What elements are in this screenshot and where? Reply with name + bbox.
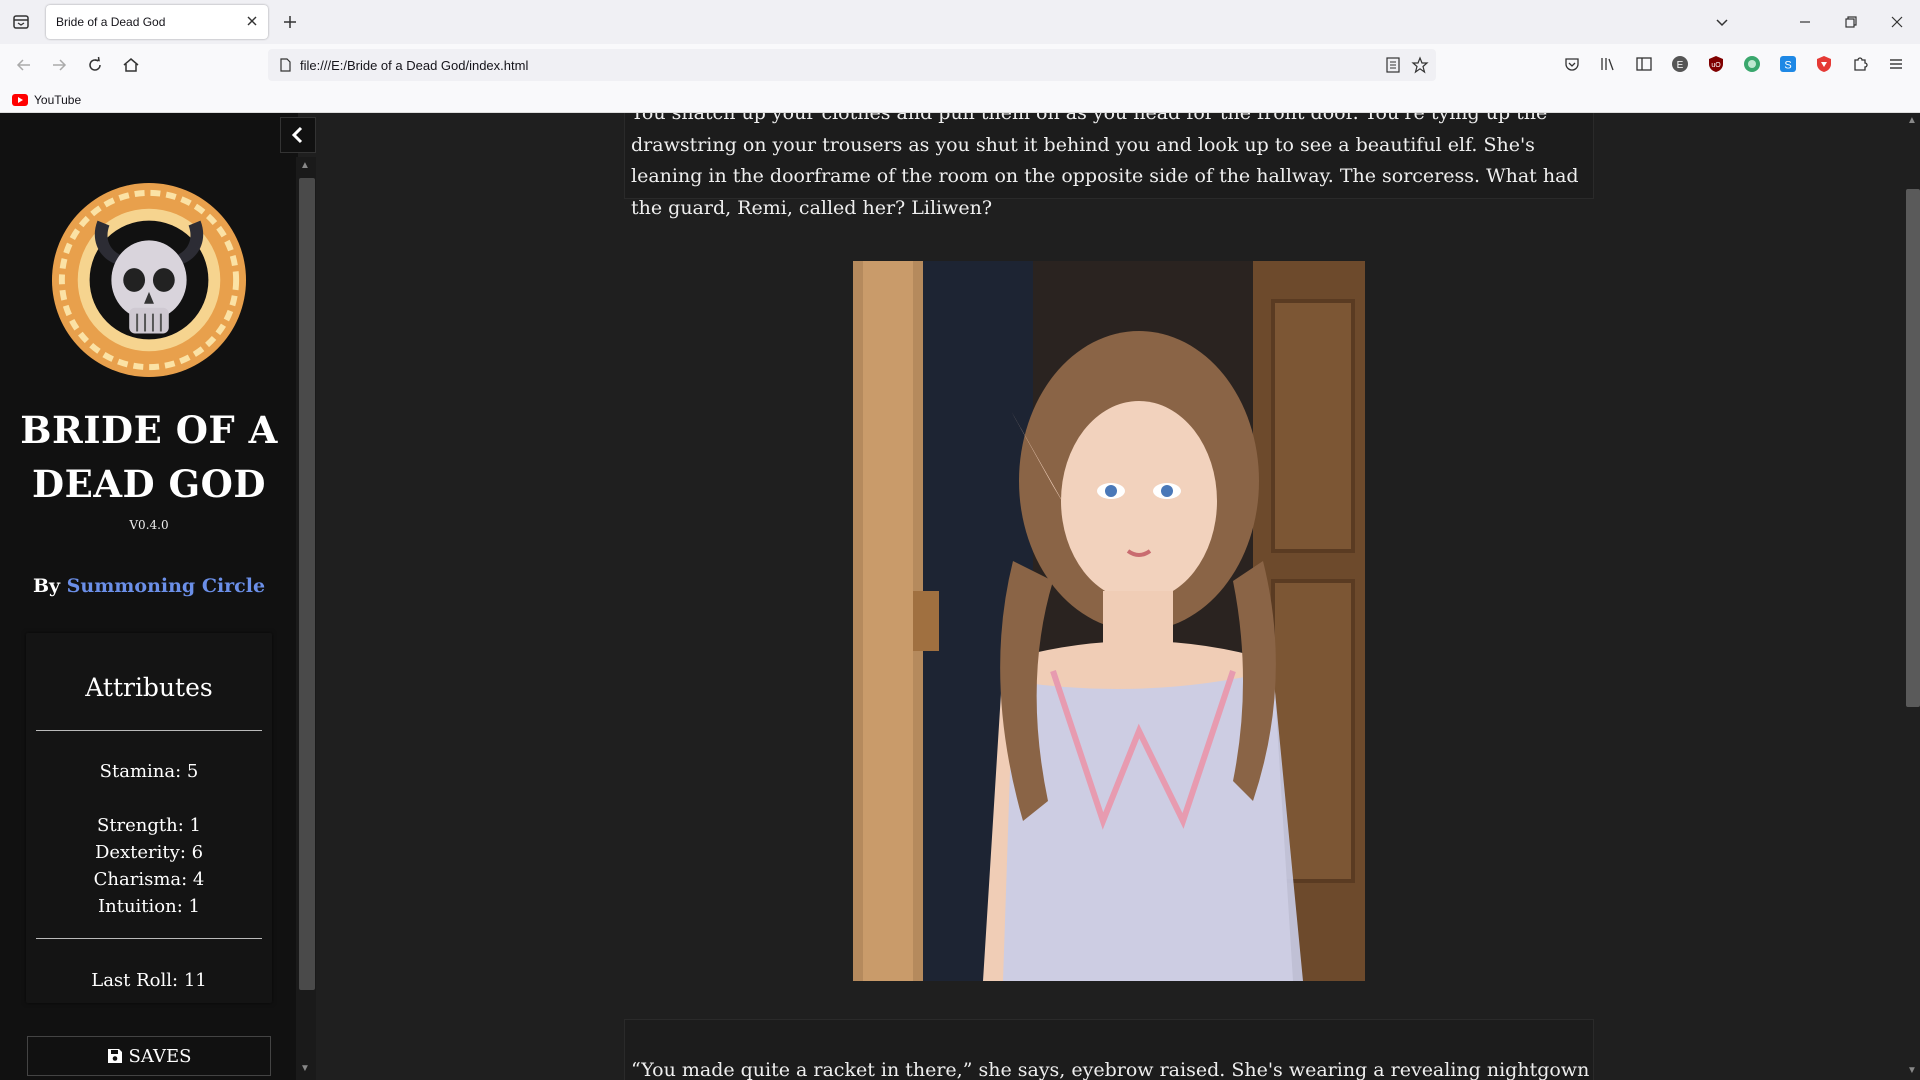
story-page: BRIDE OF A DEAD GOD V0.4.0 By Summoning … bbox=[0, 113, 1920, 1080]
last-roll: Last Roll: 11 bbox=[91, 970, 207, 991]
passage-text: You snatch up your clothes and pull them… bbox=[631, 113, 1579, 219]
attributes-heading: Attributes bbox=[85, 673, 213, 702]
bookmark-youtube[interactable]: YouTube bbox=[12, 91, 81, 109]
back-icon[interactable] bbox=[13, 54, 35, 76]
saves-button[interactable]: SAVES bbox=[27, 1036, 271, 1076]
reader-view-icon[interactable] bbox=[1384, 56, 1402, 74]
youtube-icon bbox=[12, 94, 28, 106]
minimize-icon[interactable] bbox=[1795, 12, 1815, 32]
sidebar-scroll-up-icon[interactable]: ▲ bbox=[300, 160, 310, 171]
reload-icon[interactable] bbox=[84, 54, 106, 76]
svg-text:uO: uO bbox=[1711, 62, 1721, 69]
ublock-icon[interactable]: uO bbox=[1706, 54, 1726, 74]
sidebar-scroll-thumb[interactable] bbox=[299, 178, 315, 990]
story-sidebar: BRIDE OF A DEAD GOD V0.4.0 By Summoning … bbox=[0, 113, 298, 1080]
skull-logo bbox=[51, 182, 247, 378]
extension-s-icon[interactable]: S bbox=[1778, 54, 1798, 74]
by-label: By bbox=[32, 575, 61, 597]
story-version: V0.4.0 bbox=[129, 518, 169, 532]
extension-green-icon[interactable] bbox=[1742, 54, 1762, 74]
svg-text:S: S bbox=[1784, 60, 1791, 72]
character-illustration bbox=[853, 261, 1365, 981]
page-icon bbox=[280, 58, 291, 72]
divider bbox=[36, 730, 262, 731]
extension-shield-icon[interactable] bbox=[1814, 54, 1834, 74]
chevron-left-icon bbox=[291, 126, 303, 144]
collapse-sidebar-button[interactable] bbox=[280, 117, 316, 153]
url-text[interactable]: file:///E:/Bride of a Dead God/index.htm… bbox=[300, 58, 528, 73]
tab-title: Bride of a Dead God bbox=[56, 15, 166, 29]
navigation-toolbar: file:///E:/Bride of a Dead God/index.htm… bbox=[0, 44, 1920, 86]
pocket-icon[interactable] bbox=[1562, 54, 1582, 74]
extensions-puzzle-icon[interactable] bbox=[1850, 54, 1870, 74]
next-passage-text: “You made quite a racket in there,” she … bbox=[631, 1059, 1591, 1080]
browser-tab-bar: Bride of a Dead God bbox=[0, 0, 1920, 44]
menu-icon[interactable] bbox=[1886, 54, 1906, 74]
bookmark-label: YouTube bbox=[34, 93, 82, 107]
attributes-panel: Attributes Stamina: 5 Strength: 1 Dexter… bbox=[26, 633, 272, 1003]
save-disk-icon bbox=[107, 1049, 122, 1063]
forward-icon[interactable] bbox=[48, 54, 70, 76]
home-icon[interactable] bbox=[120, 54, 142, 76]
author-link[interactable]: Summoning Circle bbox=[67, 575, 265, 597]
main-scroll-thumb[interactable] bbox=[1906, 189, 1920, 707]
saves-label: SAVES bbox=[128, 1045, 192, 1067]
sidebar-scroll-down-icon[interactable]: ▼ bbox=[300, 1063, 310, 1074]
byline: By Summoning Circle bbox=[10, 575, 288, 597]
close-tab-icon[interactable] bbox=[244, 13, 260, 29]
intuition-stat: Intuition: 1 bbox=[98, 896, 200, 917]
bookmark-star-icon[interactable] bbox=[1411, 56, 1429, 74]
svg-text:E: E bbox=[1677, 60, 1684, 71]
new-tab-icon[interactable] bbox=[280, 12, 300, 32]
dexterity-stat: Dexterity: 6 bbox=[94, 842, 204, 863]
close-window-icon[interactable] bbox=[1887, 12, 1907, 32]
story-title: BRIDE OF A DEAD GOD bbox=[20, 408, 278, 506]
bookmarks-toolbar: YouTube bbox=[0, 86, 1920, 113]
url-bar[interactable]: file:///E:/Bride of a Dead God/index.htm… bbox=[268, 49, 1436, 81]
extension-e-icon[interactable]: E bbox=[1670, 54, 1690, 74]
sidebar-toggle-icon[interactable] bbox=[1634, 54, 1654, 74]
list-all-tabs-icon[interactable] bbox=[1712, 12, 1732, 32]
main-scroll-down-icon[interactable]: ▼ bbox=[1907, 1065, 1917, 1076]
restore-icon[interactable] bbox=[1841, 12, 1861, 32]
library-icon[interactable] bbox=[1598, 54, 1618, 74]
charisma-stat: Charisma: 4 bbox=[93, 869, 205, 890]
active-tab[interactable]: Bride of a Dead God bbox=[46, 5, 268, 39]
stamina-stat: Stamina: 5 bbox=[99, 761, 199, 782]
tab-list-icon[interactable] bbox=[10, 11, 32, 33]
divider bbox=[36, 938, 262, 939]
story-main: You snatch up your clothes and pull them… bbox=[318, 113, 1904, 1080]
strength-stat: Strength: 1 bbox=[96, 815, 201, 836]
main-scroll-up-icon[interactable]: ▲ bbox=[1907, 115, 1917, 126]
